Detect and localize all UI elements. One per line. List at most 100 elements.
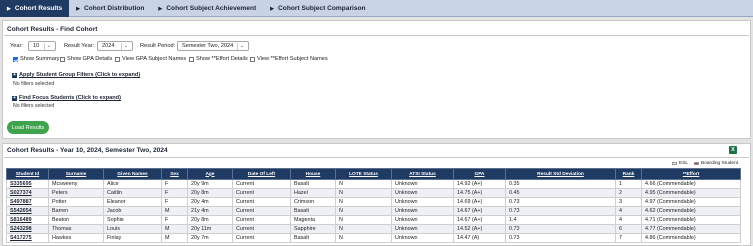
table-cell: 0.73 <box>505 224 616 234</box>
results-title: Cohort Results - Year 10, 2024, Semester… <box>7 147 168 154</box>
table-cell: Louis <box>103 224 162 234</box>
column-header[interactable]: ATSI Status <box>391 168 454 180</box>
tab-cohort-distribution[interactable]: ▶ Cohort Distribution <box>69 0 151 17</box>
table-cell: 7 <box>615 233 642 243</box>
table-cell: Sapphire <box>290 224 336 234</box>
table-row: S335695 Mcsweeny Alice F 20y 9m Current Basalt… <box>6 179 741 189</box>
table-cell: Current <box>232 215 291 225</box>
caret-right-icon: ▶ <box>76 5 80 12</box>
find-focus-students-expander[interactable]: + Find Focus Students (Click to expand) <box>12 95 121 101</box>
table-cell: Current <box>232 206 291 216</box>
column-header[interactable]: GPA <box>453 168 506 180</box>
column-header[interactable]: Surname <box>48 168 104 180</box>
table-cell: Sophie <box>103 215 162 225</box>
column-header[interactable]: Sex <box>161 168 188 180</box>
column-header[interactable]: Age <box>187 168 233 180</box>
table-cell: 21y 4m <box>187 206 233 216</box>
view-effort-subject-names-checkbox[interactable]: View **Effort Subject Names <box>250 56 328 62</box>
table-cell: 0.35 <box>505 179 616 189</box>
table-cell: Basalt <box>290 233 336 243</box>
table-cell: 2 <box>615 188 642 198</box>
column-header[interactable]: **Effort <box>641 168 741 180</box>
find-cohort-title: Cohort Results - Find Cohort <box>7 26 98 33</box>
chevron-down-icon: ⌄ <box>44 43 53 50</box>
table-cell: Thomas <box>48 224 104 234</box>
excel-export-icon[interactable]: X <box>729 146 737 154</box>
table-cell: M <box>161 224 188 234</box>
result-period-select[interactable]: Semester Two, 2024 ⌄ <box>177 41 249 51</box>
table-cell: Unknown <box>391 224 454 234</box>
legend-label: Boarding Student <box>701 161 739 166</box>
student-id-link[interactable]: S497887 <box>6 197 49 207</box>
table-cell: N <box>335 233 392 243</box>
column-header[interactable]: House <box>290 168 336 180</box>
table-cell: N <box>335 179 392 189</box>
table-cell: Unknown <box>391 188 454 198</box>
column-header[interactable]: Student Id <box>6 168 49 180</box>
table-cell: 4 <box>615 215 642 225</box>
table-cell: 4.62 (Commendable) <box>641 206 741 216</box>
legend-label: ESL <box>679 161 689 166</box>
table-row: S542654 Barren Jacob M 21y 4m Current Basalt N U… <box>6 206 741 216</box>
table-cell: 0.73 <box>505 197 616 207</box>
student-id-link[interactable]: S816489 <box>6 215 49 225</box>
year-value: 10 <box>33 43 40 49</box>
apply-group-filters-expander[interactable]: + Apply Student Group Filters (Click to e… <box>12 72 140 78</box>
table-cell: 4.77 (Commendable) <box>641 224 741 234</box>
table-cell: Current <box>232 188 291 198</box>
student-id-link[interactable]: S243298 <box>6 224 49 234</box>
table-cell: 4.95 (Commendable) <box>641 188 741 198</box>
table-cell: F <box>161 197 188 207</box>
table-row: S816489 Beaton Sophie F 20y 8m Current Magenta… <box>6 215 741 225</box>
column-header[interactable]: Result Std Deviation <box>505 168 616 180</box>
view-gpa-subject-names-checkbox[interactable]: View GPA Subject Names <box>115 56 186 62</box>
show-summary-checkbox[interactable]: Show Summary <box>13 56 59 62</box>
table-cell: N <box>335 188 392 198</box>
table-cell: N <box>335 224 392 234</box>
group-filters-note: No filters selected <box>13 81 55 87</box>
legend-esl: ESL <box>672 161 688 166</box>
column-header[interactable]: LOTE Status <box>335 168 392 180</box>
student-id-link[interactable]: S542654 <box>6 206 49 216</box>
checkbox-icon <box>60 56 65 62</box>
focus-note: No filters selected <box>13 103 55 109</box>
table-cell: Unknown <box>391 179 454 189</box>
find-cohort-panel <box>2 20 751 139</box>
table-cell: Eleanor <box>103 197 162 207</box>
tab-cohort-subject-comparison[interactable]: ▶ Cohort Subject Comparison <box>263 0 372 17</box>
table-cell: F <box>161 215 188 225</box>
tab-cohort-subject-achievement[interactable]: ▶ Cohort Subject Achievement <box>151 0 263 17</box>
table-cell: 14.67 (A+) <box>453 206 506 216</box>
result-period-value: Semester Two, 2024 <box>182 43 234 49</box>
caret-right-icon: ▶ <box>270 5 275 12</box>
tab-cohort-results[interactable]: ▶ Cohort Results <box>0 0 70 17</box>
column-header[interactable]: Date Of Left <box>232 168 291 180</box>
checkbox-icon <box>189 56 194 62</box>
table-cell: 6 <box>615 224 642 234</box>
checkbox-label: View GPA Subject Names <box>122 56 187 62</box>
table-row: S417275 Hawkes Finlay M 20y 7m Current Basalt N… <box>6 233 741 243</box>
student-id-link[interactable]: S417275 <box>6 233 49 243</box>
checkbox-label: Show Summary <box>20 56 60 62</box>
student-id-link[interactable]: S027374 <box>6 188 49 198</box>
plus-icon: + <box>12 71 17 78</box>
table-cell: Hazel <box>290 188 336 198</box>
column-header[interactable]: Given Names <box>103 168 162 180</box>
column-header[interactable]: Rank <box>615 168 642 180</box>
result-period-label: Result Period: <box>140 43 176 49</box>
student-id-link[interactable]: S335695 <box>6 179 49 189</box>
checkbox-icon <box>250 56 255 62</box>
table-cell: Alice <box>103 179 162 189</box>
show-effort-details-checkbox[interactable]: Show **Effort Details <box>189 56 248 62</box>
table-cell: M <box>161 206 188 216</box>
show-gpa-details-checkbox[interactable]: Show GPA Details <box>60 56 112 62</box>
divider <box>4 35 749 36</box>
table-cell: Current <box>232 197 291 207</box>
result-year-select[interactable]: 2024 ⌄ <box>97 41 133 51</box>
table-cell: N <box>335 206 392 216</box>
table-cell: Current <box>232 179 291 189</box>
load-results-button[interactable]: Load Results <box>7 121 49 134</box>
year-select[interactable]: 10 ⌄ <box>28 41 56 51</box>
table-cell: Caitlin <box>103 188 162 198</box>
table-cell: 20y 9m <box>187 179 233 189</box>
